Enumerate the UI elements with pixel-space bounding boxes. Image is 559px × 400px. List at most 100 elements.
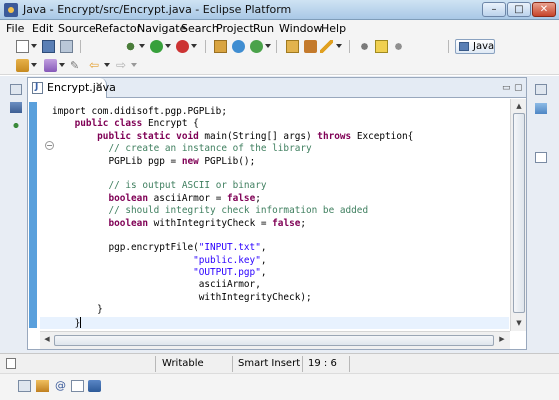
scroll-down-icon[interactable]: ▼ (514, 318, 524, 328)
java-perspective-icon (459, 42, 469, 51)
next-annotation-icon[interactable] (16, 59, 29, 72)
keyword-token: boolean (108, 192, 148, 204)
search-icon[interactable] (304, 40, 317, 53)
horizontal-scroll-thumb[interactable] (54, 335, 494, 346)
highlight-icon[interactable] (375, 40, 388, 53)
maximize-button[interactable]: □ (507, 2, 531, 17)
run-dropdown-icon[interactable] (165, 44, 171, 48)
search-dropdown-icon[interactable] (336, 44, 342, 48)
javadoc-icon[interactable]: @ (54, 380, 67, 392)
menu-bar: File Edit Source Refactor Navigate Searc… (0, 20, 559, 37)
package-explorer-icon[interactable] (10, 102, 22, 113)
external-tools-icon[interactable] (176, 40, 189, 53)
search-pencil-icon[interactable] (320, 40, 333, 53)
outline-icon[interactable] (535, 103, 547, 114)
code-token: PGPLib(); (198, 155, 256, 167)
code-text-area[interactable]: import com.didisoft.pgp.PGPLib; public c… (52, 106, 413, 329)
run-icon[interactable] (150, 40, 163, 53)
comment-token: // should integrity check information be… (108, 205, 369, 217)
show-whitespace-icon[interactable] (392, 40, 405, 53)
keyword-token: public class (74, 118, 143, 130)
menu-project[interactable]: Project (216, 22, 254, 35)
back-arrow-icon[interactable]: ⇦ (89, 59, 102, 72)
restore-bottom-icon[interactable] (18, 380, 31, 392)
new-java-package-icon[interactable] (232, 40, 245, 53)
code-line: boolean withIntegrityCheck = false; (52, 218, 413, 230)
code-token: , (260, 267, 267, 279)
new-java-project-icon[interactable] (214, 40, 227, 53)
tab-encrypt-java[interactable]: Encrypt.java ✕ (28, 78, 116, 98)
new-dropdown-icon[interactable] (31, 44, 37, 48)
status-cursor-position: 19 : 6 (308, 358, 337, 369)
problems-icon[interactable] (36, 380, 49, 392)
menu-file[interactable]: File (6, 22, 24, 35)
debug-icon[interactable] (124, 40, 137, 53)
menu-edit[interactable]: Edit (32, 22, 53, 35)
declaration-icon[interactable] (71, 380, 84, 392)
next-annotation-dropdown-icon[interactable] (31, 63, 37, 67)
menu-window[interactable]: Window (279, 22, 322, 35)
menu-refactor[interactable]: Refactor (95, 22, 141, 35)
horizontal-scrollbar[interactable]: ◀ ▶ (40, 331, 510, 349)
save-icon[interactable] (42, 40, 55, 53)
external-tools-dropdown-icon[interactable] (191, 44, 197, 48)
code-token: Encrypt { (142, 118, 199, 130)
open-type-icon[interactable] (286, 40, 299, 53)
new-java-class-icon[interactable] (250, 40, 263, 53)
new-class-dropdown-icon[interactable] (265, 44, 271, 48)
back-dropdown-icon[interactable] (104, 63, 110, 67)
close-button[interactable]: ✕ (532, 2, 556, 17)
restore-left-icon[interactable] (10, 84, 22, 95)
code-line: withIntegrityCheck); (52, 292, 413, 304)
task-list-icon[interactable] (535, 152, 547, 163)
scroll-left-icon[interactable]: ◀ (42, 335, 52, 343)
last-edit-location-icon[interactable]: ✎ (70, 59, 83, 72)
print-icon[interactable] (60, 40, 73, 53)
menu-source[interactable]: Source (58, 22, 96, 35)
menu-search[interactable]: Search (181, 22, 219, 35)
code-token: main(String[] args) (198, 130, 318, 142)
previous-annotation-dropdown-icon[interactable] (59, 63, 65, 67)
code-token: , (260, 242, 267, 254)
tab-close-icon[interactable]: ✕ (95, 81, 103, 92)
forward-dropdown-icon[interactable] (131, 63, 137, 67)
scroll-up-icon[interactable]: ▲ (514, 101, 524, 111)
forward-arrow-icon[interactable]: ⇨ (116, 59, 129, 72)
editor-maximize-icon[interactable]: ▢ (514, 83, 523, 93)
menu-run[interactable]: Run (253, 22, 274, 35)
quick-diff-ruler (29, 102, 37, 328)
java-perspective-button[interactable]: Java (455, 39, 495, 54)
toggle-mark-occurrences-icon[interactable] (358, 40, 371, 53)
code-token: PGPLib pgp = (52, 155, 182, 167)
vertical-scroll-thumb[interactable] (513, 113, 525, 313)
code-token: Exception{ (351, 130, 414, 142)
toolbar-separator (276, 40, 277, 53)
console-icon[interactable] (88, 380, 101, 392)
new-icon[interactable] (16, 40, 29, 53)
comment-token: // is output ASCII or binary (108, 180, 267, 192)
status-insert-mode: Smart Insert (238, 358, 301, 369)
toolbar-separator (205, 40, 206, 53)
previous-annotation-icon[interactable] (44, 59, 57, 72)
fast-view-icon[interactable] (6, 358, 16, 369)
toolbar-separator (80, 40, 81, 53)
scroll-right-icon[interactable]: ▶ (497, 335, 507, 343)
code-line: // create an instance of the library (52, 143, 413, 155)
editor-minimize-icon[interactable]: ▭ (502, 83, 511, 93)
code-line: boolean asciiArmor = false; (52, 193, 413, 205)
restore-right-icon[interactable] (535, 84, 547, 95)
debug-dropdown-icon[interactable] (139, 44, 145, 48)
window-title: Java - Encrypt/src/Encrypt.java - Eclips… (23, 3, 292, 16)
menu-navigate[interactable]: Navigate (137, 22, 186, 35)
menu-help[interactable]: Help (321, 22, 346, 35)
status-separator (232, 356, 233, 372)
vertical-scrollbar[interactable]: ▲ ▼ (510, 99, 526, 331)
editor-pane: Encrypt.java ✕ ▭ ▢ − import com.didisoft… (27, 77, 527, 350)
code-token: asciiArmor, (52, 279, 261, 291)
hierarchy-icon[interactable] (10, 120, 22, 131)
minimize-button[interactable]: – (482, 2, 506, 17)
